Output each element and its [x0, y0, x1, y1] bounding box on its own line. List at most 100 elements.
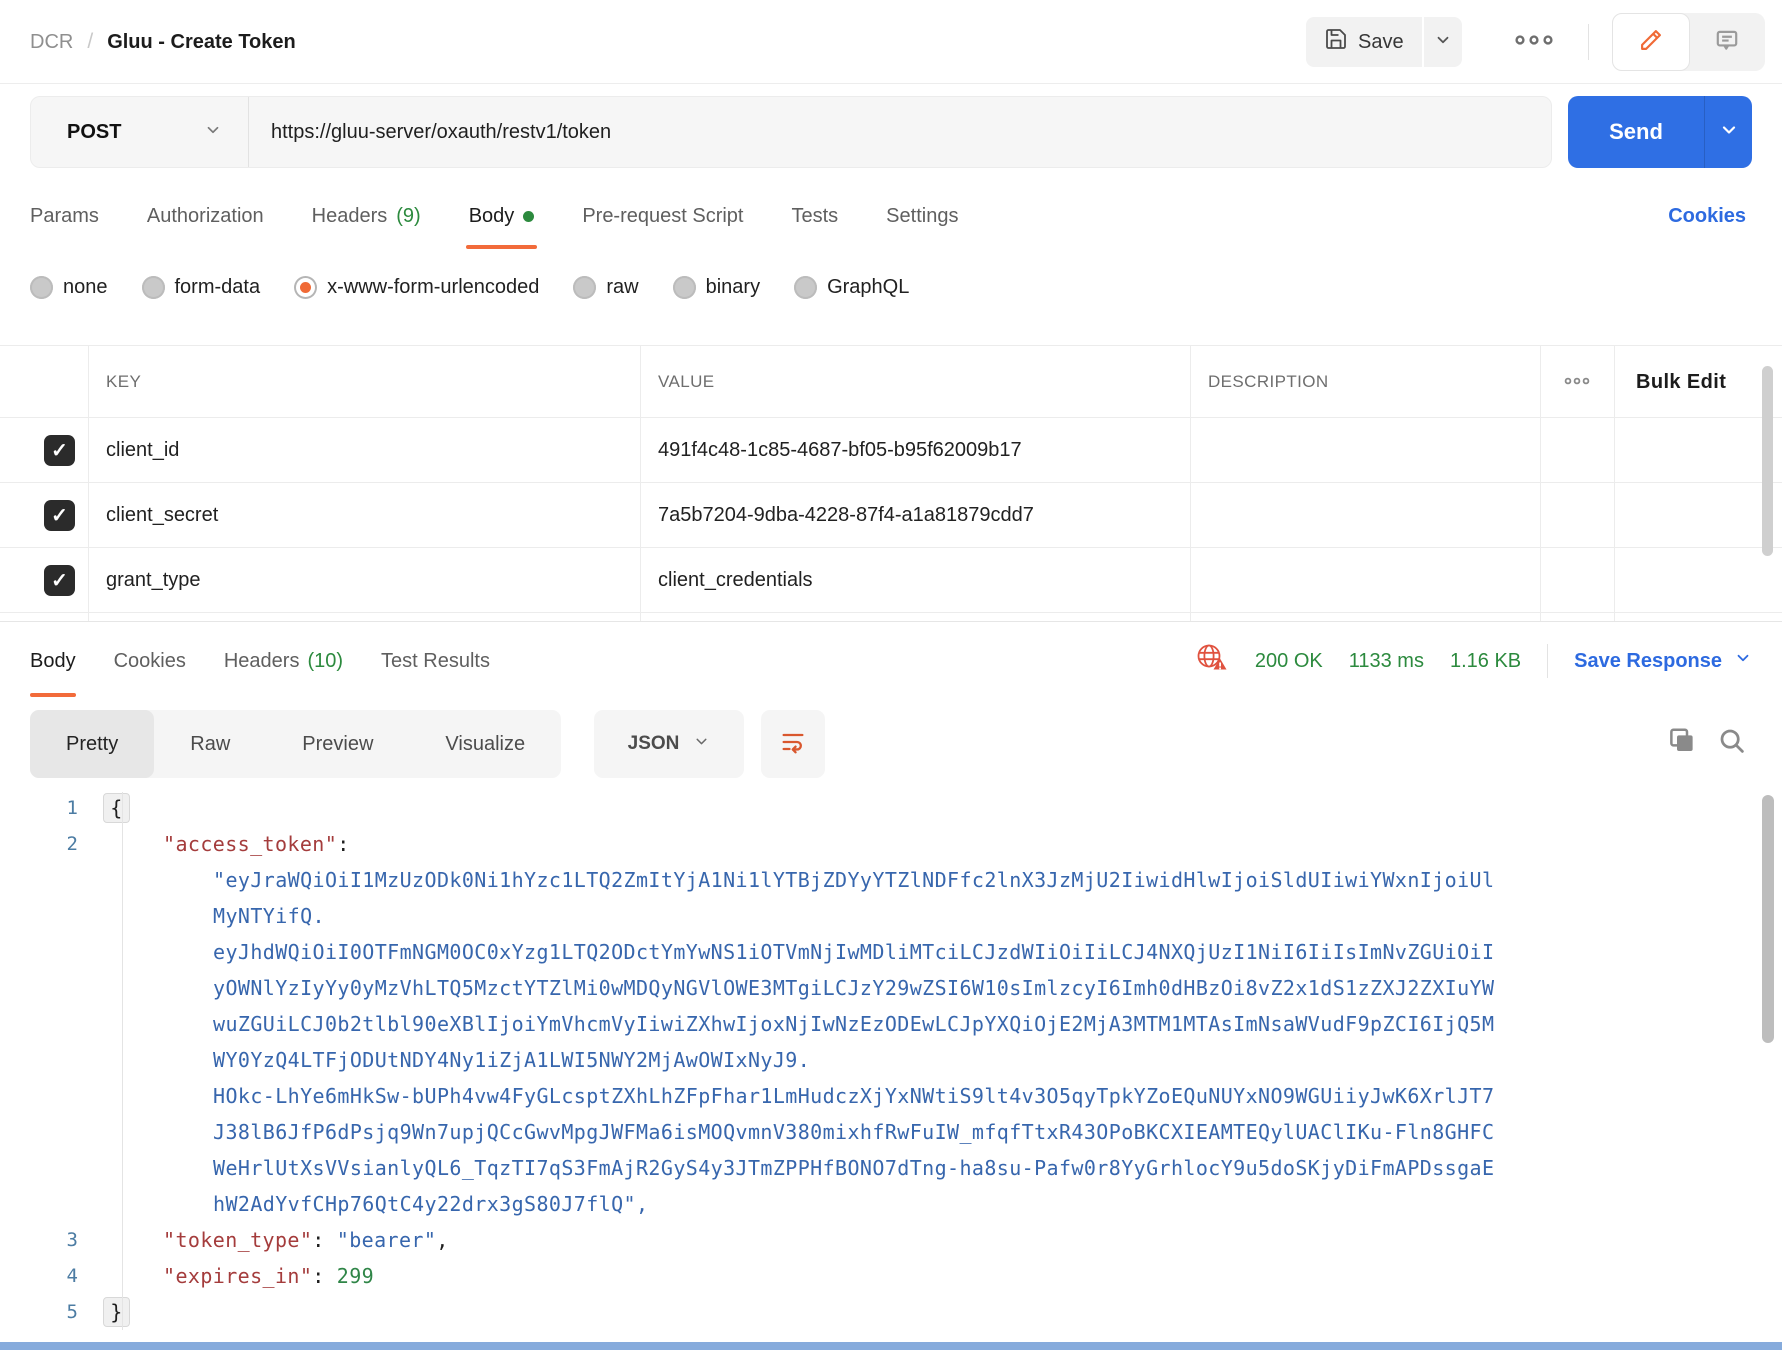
body-type-x-www-form-urlencoded[interactable]: x-www-form-urlencoded — [294, 276, 539, 299]
save-button[interactable]: Save — [1306, 17, 1422, 67]
response-tab-headers[interactable]: Headers (10) — [224, 622, 343, 700]
json-token-line: "eyJraWQiOiI1MzUzODk0Ni1hYzc1LTQ2ZmItYjA… — [213, 868, 1494, 892]
code-line: WeHrlUtXsVVsianlyQL6_TqzTI7qS3FmAjR2GyS4… — [0, 1150, 1782, 1186]
response-header: Body Cookies Headers (10) Test Results — [0, 622, 1782, 705]
response-tab-body[interactable]: Body — [30, 622, 76, 700]
json-token-line: MyNTYifQ. — [213, 904, 325, 928]
urlencoded-params-table: KEY VALUE DESCRIPTION Bulk Edit ✓ client… — [0, 345, 1782, 622]
tab-label: Headers — [224, 650, 300, 673]
bottom-accent-bar — [0, 1342, 1782, 1350]
row-checkbox-checked[interactable]: ✓ — [44, 565, 75, 596]
response-tab-cookies[interactable]: Cookies — [114, 622, 186, 700]
tab-tests[interactable]: Tests — [791, 180, 838, 252]
json-colon: : — [337, 832, 349, 856]
three-dots-icon — [1512, 32, 1556, 53]
bulk-edit-button[interactable]: Bulk Edit — [1636, 346, 1726, 418]
url-input[interactable]: https://gluu-server/oxauth/restv1/token — [249, 121, 611, 144]
breadcrumb-separator: / — [87, 30, 93, 54]
table-options-button[interactable] — [1553, 346, 1601, 418]
text-wrap-icon — [779, 728, 807, 761]
globe-warning-icon[interactable] — [1195, 642, 1229, 680]
json-token-line: hW2AdYvfCHp76QtC4y22drx3gS80J7flQ", — [213, 1192, 648, 1216]
fold-toggle[interactable]: } — [103, 1297, 130, 1327]
row-checkbox-checked[interactable]: ✓ — [44, 435, 75, 466]
response-body-viewer[interactable]: 1 { 2 "access_token": "eyJraWQiOiI1MzUzO… — [0, 790, 1782, 1342]
row-checkbox-checked[interactable]: ✓ — [44, 500, 75, 531]
table-row: ✓ grant_type client_credentials — [0, 548, 1782, 613]
body-modified-dot — [523, 211, 534, 222]
tab-label: Body — [30, 650, 76, 673]
tab-pre-request-script[interactable]: Pre-request Script — [582, 180, 743, 252]
fold-toggle[interactable]: { — [103, 793, 130, 823]
response-time[interactable]: 1133 ms — [1349, 650, 1424, 673]
body-type-binary[interactable]: binary — [673, 276, 760, 299]
line-number: 1 — [0, 797, 78, 819]
tab-authorization[interactable]: Authorization — [147, 180, 264, 252]
cookies-link[interactable]: Cookies — [1668, 180, 1746, 252]
param-value[interactable]: 491f4c48-1c85-4687-bf05-b95f62009b17 — [658, 418, 1022, 483]
copy-response-button[interactable] — [1662, 723, 1702, 763]
tab-label: Cookies — [114, 650, 186, 673]
chevron-down-icon — [1719, 120, 1739, 145]
code-line: 3 "token_type":"bearer", — [0, 1222, 1782, 1258]
chevron-down-icon — [1734, 649, 1752, 673]
tab-body[interactable]: Body — [469, 180, 535, 252]
radio-icon — [142, 276, 165, 299]
method-label: POST — [67, 121, 121, 144]
check-icon: ✓ — [51, 506, 68, 526]
json-colon: : — [312, 1264, 324, 1288]
param-value[interactable]: client_credentials — [658, 548, 813, 613]
radio-label: raw — [606, 276, 638, 299]
json-key-expires-in: "expires_in" — [163, 1264, 312, 1288]
wrap-lines-button[interactable] — [761, 710, 825, 778]
param-key[interactable]: grant_type — [106, 548, 201, 613]
more-actions-button[interactable] — [1506, 26, 1562, 58]
json-token-line: J38lB6JfP6dPsjq9Wn7upjQCcGwvMpgJWFMa6isM… — [213, 1120, 1494, 1144]
language-selector[interactable]: JSON — [594, 710, 744, 778]
param-key[interactable]: client_secret — [106, 483, 218, 548]
request-builder-row: POST https://gluu-server/oxauth/restv1/t… — [0, 84, 1782, 180]
json-value-token-type: "bearer" — [337, 1228, 437, 1252]
method-selector[interactable]: POST — [31, 97, 248, 167]
tab-headers[interactable]: Headers (9) — [312, 180, 421, 252]
body-type-none[interactable]: none — [30, 276, 108, 299]
tab-label: Test Results — [381, 650, 490, 673]
copy-icon — [1667, 726, 1697, 761]
radio-label: binary — [706, 276, 760, 299]
radio-icon — [573, 276, 596, 299]
code-line: 5 } — [0, 1294, 1782, 1330]
search-response-button[interactable] — [1712, 723, 1752, 763]
body-type-raw[interactable]: raw — [573, 276, 638, 299]
view-raw-button[interactable]: Raw — [154, 710, 266, 778]
send-options-button[interactable] — [1704, 96, 1752, 168]
line-number: 4 — [0, 1265, 78, 1287]
comments-button[interactable] — [1690, 13, 1766, 71]
view-preview-button[interactable]: Preview — [266, 710, 409, 778]
view-visualize-button[interactable]: Visualize — [409, 710, 561, 778]
param-value[interactable]: 7a5b7204-9dba-4228-87f4-a1a81879cdd7 — [658, 483, 1034, 548]
code-line: "eyJraWQiOiI1MzUzODk0Ni1hYzc1LTQ2ZmItYjA… — [0, 862, 1782, 898]
save-response-button[interactable]: Save Response — [1574, 649, 1752, 673]
json-value-expires-in: 299 — [337, 1264, 374, 1288]
status-badge[interactable]: 200 OK — [1255, 650, 1323, 673]
body-type-graphql[interactable]: GraphQL — [794, 276, 909, 299]
body-type-form-data[interactable]: form-data — [142, 276, 261, 299]
tab-params[interactable]: Params — [30, 180, 99, 252]
tab-label: Settings — [886, 205, 958, 228]
edit-mode-button[interactable] — [1612, 13, 1690, 71]
tab-settings[interactable]: Settings — [886, 180, 958, 252]
table-row: ✓ client_id 491f4c48-1c85-4687-bf05-b95f… — [0, 418, 1782, 483]
response-size[interactable]: 1.16 KB — [1450, 650, 1521, 673]
param-key[interactable]: client_id — [106, 418, 179, 483]
tab-label: Pre-request Script — [582, 205, 743, 228]
column-header-key: KEY — [106, 346, 141, 418]
pencil-icon — [1638, 27, 1664, 58]
breadcrumb-collection[interactable]: DCR — [30, 31, 73, 54]
send-button[interactable]: Send — [1568, 96, 1704, 168]
response-scrollbar[interactable] — [1762, 795, 1774, 1043]
json-token-line: WY0YzQ4LTFjODUtNDY4Ny1iZjA1LWI5NWY2MjAwO… — [213, 1048, 810, 1072]
table-scrollbar[interactable] — [1762, 366, 1773, 556]
save-options-button[interactable] — [1422, 17, 1462, 67]
response-tab-test-results[interactable]: Test Results — [381, 622, 490, 700]
view-pretty-button[interactable]: Pretty — [30, 710, 154, 778]
